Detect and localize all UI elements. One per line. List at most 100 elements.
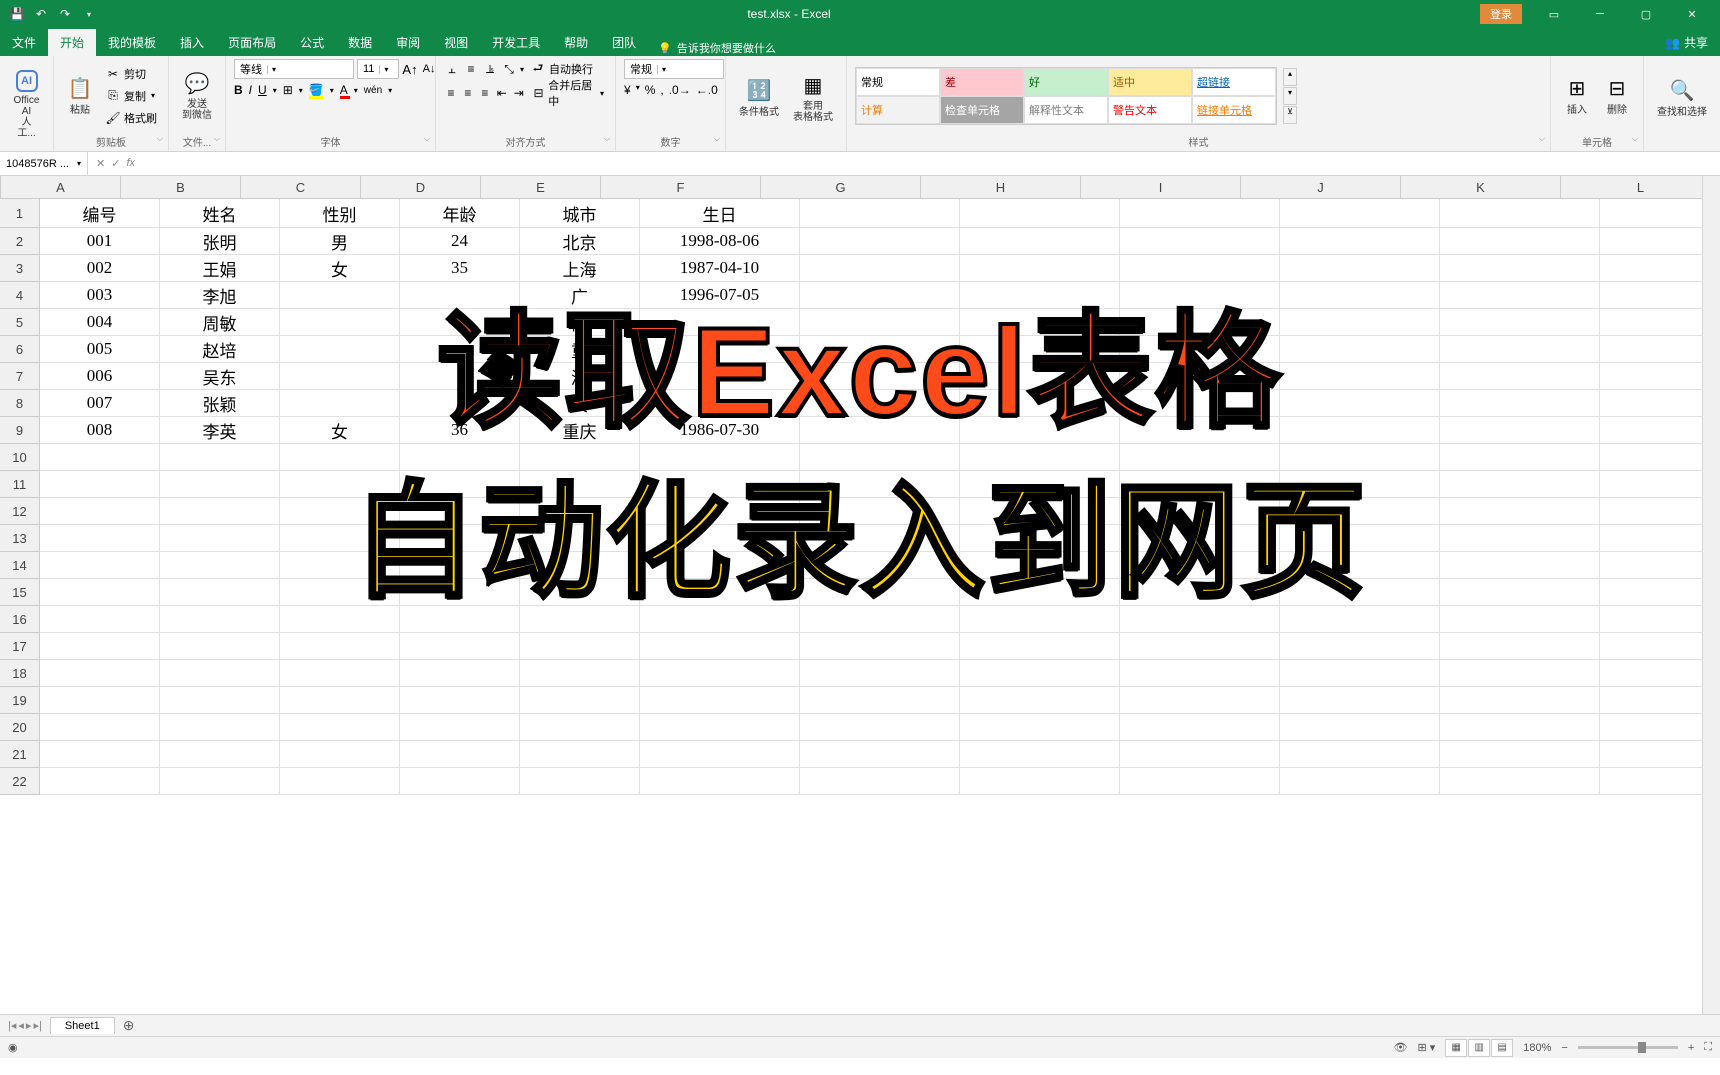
cell[interactable]: 005 [40, 336, 160, 363]
share-button[interactable]: 👥 共享 [1653, 29, 1720, 56]
cell[interactable] [40, 660, 160, 687]
sheet-nav-first-icon[interactable]: |◂ [8, 1019, 16, 1032]
tab-公式[interactable]: 公式 [288, 29, 336, 56]
cell[interactable] [280, 633, 400, 660]
cell-style-option[interactable]: 计算 [856, 96, 940, 124]
cell[interactable]: 性别 [280, 199, 400, 228]
cell[interactable] [800, 552, 960, 579]
cell[interactable] [160, 498, 280, 525]
cell[interactable] [1440, 282, 1600, 309]
cell[interactable] [1280, 390, 1440, 417]
tab-开始[interactable]: 开始 [48, 29, 96, 56]
row-header[interactable]: 18 [0, 660, 40, 687]
row-header[interactable]: 5 [0, 309, 40, 336]
cell[interactable]: 李英 [160, 417, 280, 444]
cell[interactable] [640, 660, 800, 687]
save-icon[interactable]: 💾 [8, 5, 26, 23]
row-header[interactable]: 15 [0, 579, 40, 606]
cell[interactable] [520, 525, 640, 552]
cell[interactable] [400, 660, 520, 687]
cell[interactable] [1120, 390, 1280, 417]
cell[interactable] [800, 741, 960, 768]
cell[interactable] [1120, 687, 1280, 714]
cell[interactable]: 006 [40, 363, 160, 390]
cell[interactable] [400, 390, 520, 417]
row-header[interactable]: 9 [0, 417, 40, 444]
cell[interactable] [1600, 687, 1702, 714]
cell[interactable] [40, 471, 160, 498]
column-header[interactable]: B [121, 176, 241, 199]
cell[interactable]: 生日 [640, 199, 800, 228]
bold-button[interactable]: B [234, 83, 243, 97]
row-header[interactable]: 3 [0, 255, 40, 282]
cell[interactable] [400, 309, 520, 336]
minimize-icon[interactable]: ─ [1578, 0, 1622, 28]
cell[interactable] [960, 390, 1120, 417]
cell[interactable] [640, 552, 800, 579]
align-center-icon[interactable]: ≡ [461, 85, 475, 101]
cell[interactable] [40, 687, 160, 714]
cell[interactable] [1600, 498, 1702, 525]
wechat-button[interactable]: 💬 发送 到微信 [177, 68, 217, 123]
cell[interactable] [960, 687, 1120, 714]
cell[interactable] [800, 444, 960, 471]
page-layout-icon[interactable]: ▥ [1468, 1039, 1490, 1057]
cell[interactable] [1440, 579, 1600, 606]
row-header[interactable]: 22 [0, 768, 40, 795]
cell[interactable] [640, 687, 800, 714]
cell[interactable] [520, 687, 640, 714]
cell[interactable] [1120, 199, 1280, 228]
cell[interactable] [1280, 579, 1440, 606]
increase-decimal-icon[interactable]: .0→ [669, 83, 691, 97]
cell[interactable]: 24 [400, 228, 520, 255]
font-color-icon[interactable]: A [340, 83, 348, 97]
cell[interactable] [960, 768, 1120, 795]
login-button[interactable]: 登录 [1480, 4, 1522, 24]
spreadsheet-grid[interactable]: ABCDEFGHIJKL 123456789101112131415161718… [0, 176, 1720, 1014]
cell[interactable] [280, 660, 400, 687]
sheet-nav-last-icon[interactable]: ▸| [33, 1019, 41, 1032]
cell[interactable] [800, 282, 960, 309]
cell[interactable] [1280, 552, 1440, 579]
cell-style-option[interactable]: 超链接 [1192, 68, 1276, 96]
row-header[interactable]: 11 [0, 471, 40, 498]
cell[interactable] [1600, 525, 1702, 552]
cell[interactable]: 1987-04-10 [640, 255, 800, 282]
add-sheet-button[interactable]: ⊕ [115, 1017, 143, 1034]
underline-button[interactable]: U [258, 83, 267, 97]
cell[interactable] [400, 471, 520, 498]
cell[interactable]: 1986-07-30 [640, 417, 800, 444]
cell[interactable] [1120, 471, 1280, 498]
normal-view-icon[interactable]: ▦ [1445, 1039, 1467, 1057]
cell[interactable] [1600, 714, 1702, 741]
font-name-dropdown[interactable]: 等线▾ [234, 59, 354, 79]
insert-cells-button[interactable]: ⊞ 插入 [1559, 74, 1595, 118]
cell[interactable] [160, 579, 280, 606]
column-header[interactable]: G [761, 176, 921, 199]
cell[interactable] [1440, 444, 1600, 471]
indent-left-icon[interactable]: ⇤ [495, 85, 509, 101]
cell[interactable]: 城市 [520, 199, 640, 228]
cell[interactable] [160, 687, 280, 714]
cell[interactable] [800, 390, 960, 417]
cell[interactable] [960, 579, 1120, 606]
number-format-dropdown[interactable]: 常规▾ [624, 59, 724, 79]
cell[interactable] [520, 714, 640, 741]
cell[interactable] [1440, 199, 1600, 228]
cell[interactable] [960, 282, 1120, 309]
cell[interactable] [960, 633, 1120, 660]
cell[interactable] [800, 768, 960, 795]
select-all-corner[interactable] [0, 176, 1, 199]
cell[interactable] [400, 579, 520, 606]
cell[interactable] [1280, 687, 1440, 714]
cell[interactable] [1280, 471, 1440, 498]
cell[interactable] [640, 498, 800, 525]
cell[interactable]: 男 [280, 228, 400, 255]
cell-style-option[interactable]: 检查单元格 [940, 96, 1024, 124]
cell[interactable]: 姓名 [160, 199, 280, 228]
cell[interactable] [800, 471, 960, 498]
cell-style-option[interactable]: 差 [940, 68, 1024, 96]
tab-开发工具[interactable]: 开发工具 [480, 29, 552, 56]
cell[interactable] [1280, 525, 1440, 552]
cell[interactable] [1440, 606, 1600, 633]
